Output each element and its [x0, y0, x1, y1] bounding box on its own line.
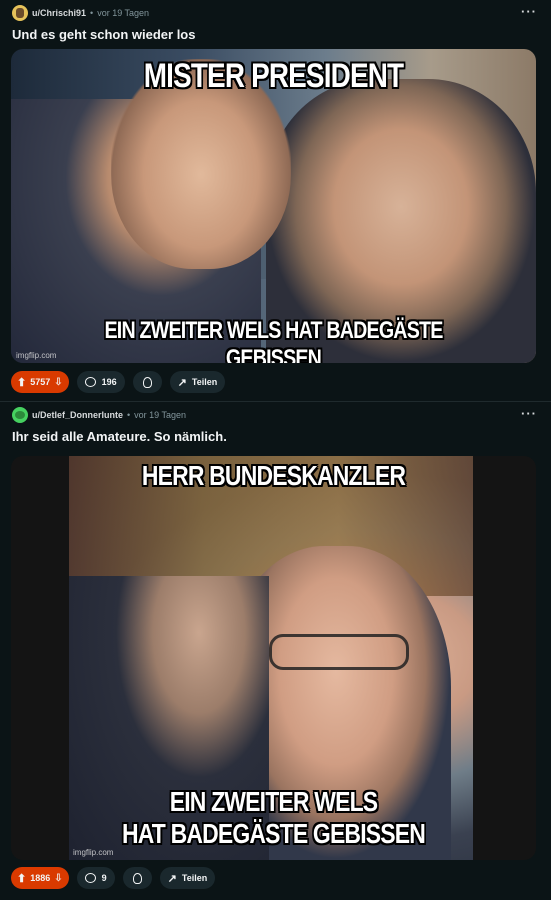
user-avatar[interactable] — [12, 5, 28, 21]
post-actions: ⬆ 5757 ⇩ 196 ↗ Teilen — [11, 371, 226, 393]
vote-button[interactable]: ⬆ 1886 ⇩ — [11, 867, 69, 889]
share-label: Teilen — [181, 873, 208, 883]
arrow-down-icon[interactable]: ⇩ — [54, 377, 62, 388]
post-header: u/Detlef_Donnerlunte • vor 19 Tagen — [12, 406, 186, 424]
arrow-up-icon[interactable]: ⬆ — [17, 376, 26, 389]
imgflip-watermark: imgflip.com — [73, 848, 114, 857]
post-header: u/Chrischi91 • vor 19 Tagen — [12, 4, 149, 22]
post-title[interactable]: Und es geht schon wieder los — [12, 27, 195, 42]
post-card[interactable]: u/Detlef_Donnerlunte • vor 19 Tagen ··· … — [0, 401, 551, 900]
more-options-icon[interactable]: ··· — [521, 4, 537, 19]
post-actions: ⬆ 1886 ⇩ 9 ↗ Teilen — [11, 867, 216, 889]
meme-top-text: HERR BUNDESKANZLER — [141, 460, 406, 491]
vote-count: 1886 — [30, 873, 51, 883]
comments-button[interactable]: 196 — [76, 371, 125, 393]
share-arrow-icon: ↗ — [167, 872, 177, 885]
share-button[interactable]: ↗ Teilen — [159, 867, 216, 889]
post-image[interactable]: HERR BUNDESKANZLER EIN ZWEITER WELS HAT … — [11, 456, 536, 860]
award-icon — [132, 872, 142, 884]
username[interactable]: u/Detlef_Donnerlunte — [32, 410, 123, 420]
post-time: vor 19 Tagen — [134, 410, 187, 420]
share-button[interactable]: ↗ Teilen — [169, 371, 226, 393]
award-button[interactable] — [132, 371, 162, 393]
post-image[interactable]: MISTER PRESIDENT EIN ZWEITER WELS HAT BA… — [11, 49, 536, 363]
award-button[interactable] — [122, 867, 152, 889]
award-icon — [142, 376, 152, 388]
arrow-up-icon[interactable]: ⬆ — [17, 872, 26, 885]
comment-count: 9 — [101, 873, 107, 883]
glasses-shape — [269, 634, 409, 670]
meme-top-text: MISTER PRESIDENT — [143, 57, 404, 95]
user-avatar[interactable] — [12, 407, 28, 423]
imgflip-watermark: imgflip.com — [16, 351, 57, 360]
vote-button[interactable]: ⬆ 5757 ⇩ — [11, 371, 69, 393]
post-time: vor 19 Tagen — [97, 8, 150, 18]
vote-count: 5757 — [30, 377, 51, 387]
post-title[interactable]: Ihr seid alle Amateure. So nämlich. — [12, 429, 227, 444]
comment-count: 196 — [101, 377, 117, 387]
comments-button[interactable]: 9 — [76, 867, 115, 889]
comment-bubble-icon — [84, 873, 96, 883]
more-options-icon[interactable]: ··· — [521, 406, 537, 421]
username[interactable]: u/Chrischi91 — [32, 8, 86, 18]
meme-bottom-text: EIN ZWEITER WELS HAT BADEGÄSTE GEBISSEN — [104, 317, 443, 363]
separator-dot: • — [90, 8, 94, 18]
meme-bottom-text-line-2: HAT BADEGÄSTE GEBISSEN — [121, 818, 426, 849]
arrow-down-icon[interactable]: ⇩ — [54, 873, 62, 884]
post-card[interactable]: u/Chrischi91 • vor 19 Tagen ··· Und es g… — [0, 0, 551, 400]
comment-bubble-icon — [84, 377, 96, 387]
share-arrow-icon: ↗ — [177, 376, 187, 389]
share-label: Teilen — [191, 377, 218, 387]
meme-bottom-text-line-1: EIN ZWEITER WELS — [169, 786, 378, 817]
separator-dot: • — [127, 410, 131, 420]
